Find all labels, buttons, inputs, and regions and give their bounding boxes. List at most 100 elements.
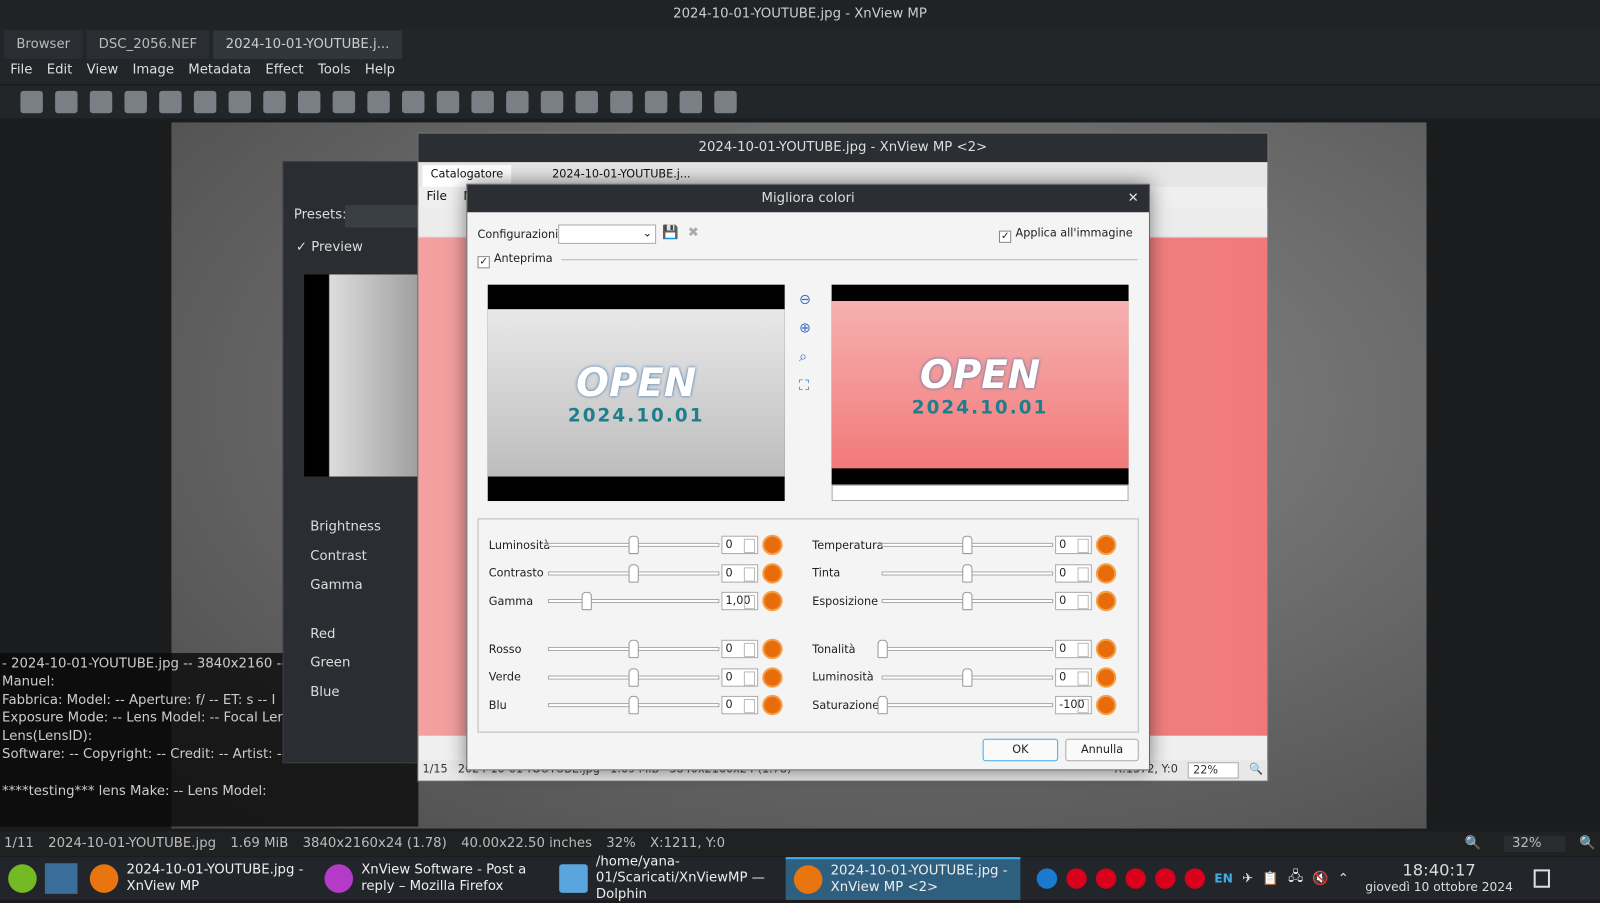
- preview-scrollbar[interactable]: [831, 484, 1129, 502]
- slider-thumb[interactable]: [962, 591, 973, 611]
- mega-icon[interactable]: [1184, 868, 1206, 889]
- slider-track[interactable]: [877, 639, 1054, 659]
- slider-thumb[interactable]: [962, 535, 973, 555]
- zoom-fit-icon[interactable]: [332, 90, 356, 114]
- print-icon[interactable]: [610, 90, 633, 114]
- undo-icon[interactable]: [89, 90, 113, 114]
- reset-icon[interactable]: [1095, 562, 1117, 584]
- reset-icon[interactable]: [1095, 666, 1117, 688]
- telegram-icon[interactable]: ✈: [1242, 871, 1253, 886]
- clipboard-icon[interactable]: 📋: [1262, 871, 1279, 886]
- slider-track[interactable]: [877, 695, 1054, 715]
- browser-icon[interactable]: [20, 90, 43, 114]
- next-icon[interactable]: [471, 90, 494, 114]
- slider-track[interactable]: [881, 591, 1054, 611]
- slider-track[interactable]: [547, 667, 720, 687]
- value-spinbox[interactable]: 0: [1055, 563, 1092, 583]
- slider-thumb[interactable]: [628, 695, 639, 715]
- slider-thumb[interactable]: [962, 563, 973, 583]
- task-xnview[interactable]: 2024-10-01-YOUTUBE.jpg - XnView MP: [82, 857, 317, 900]
- save-icon[interactable]: 💾: [662, 226, 679, 241]
- zoom-in-icon[interactable]: 🔍: [1579, 836, 1596, 852]
- tab-dsc[interactable]: DSC_2056.NEF: [86, 30, 210, 60]
- value-spinbox[interactable]: 0: [1055, 591, 1092, 611]
- value-spinbox[interactable]: 0: [1055, 639, 1092, 659]
- copy-icon[interactable]: [159, 90, 182, 114]
- value-spinbox[interactable]: -100: [1055, 695, 1092, 715]
- slider-track[interactable]: [547, 695, 720, 715]
- cancel-button[interactable]: Annulla: [1065, 738, 1139, 762]
- menu-tools[interactable]: Tools: [318, 62, 351, 80]
- menu-view[interactable]: View: [87, 62, 118, 80]
- slider-track[interactable]: [881, 535, 1054, 555]
- reset-icon[interactable]: [1095, 534, 1117, 556]
- slider-thumb[interactable]: [628, 563, 639, 583]
- redo-icon[interactable]: [124, 90, 147, 114]
- apply-checkbox[interactable]: ✓ Applica all'immagine: [999, 227, 1133, 243]
- volume-muted-icon[interactable]: 🔇: [1312, 871, 1329, 886]
- paint-icon[interactable]: [575, 90, 598, 114]
- menu-file[interactable]: File: [427, 189, 448, 205]
- tab-youtube[interactable]: 2024-10-01-YOUTUBE.j...: [213, 30, 402, 60]
- slider-thumb[interactable]: [877, 695, 888, 715]
- slider-track[interactable]: [881, 563, 1054, 583]
- reset-icon[interactable]: [1095, 590, 1117, 612]
- pager[interactable]: [44, 863, 78, 894]
- reset-icon[interactable]: [1095, 638, 1117, 660]
- presets-select[interactable]: [344, 205, 427, 228]
- settings-icon[interactable]: [679, 90, 703, 114]
- reset-icon[interactable]: [1095, 694, 1117, 716]
- rotate-left-icon[interactable]: [228, 90, 252, 114]
- zoom-icon[interactable]: [367, 90, 390, 114]
- zoom-fit-icon[interactable]: ⌕: [799, 349, 811, 365]
- crop-icon[interactable]: [540, 90, 564, 114]
- network-icon[interactable]: 🖧: [1288, 867, 1303, 889]
- task-xnview-2[interactable]: 2024-10-01-YOUTUBE.jpg - XnView MP <2>: [785, 857, 1021, 900]
- delete-icon[interactable]: ✖: [688, 226, 699, 241]
- move-icon[interactable]: [193, 90, 217, 114]
- value-spinbox[interactable]: 0: [721, 563, 759, 583]
- mega-icon[interactable]: [1125, 868, 1146, 889]
- value-spinbox[interactable]: 1,00: [721, 591, 759, 611]
- menu-effect[interactable]: Effect: [265, 62, 303, 80]
- menu-image[interactable]: Image: [132, 62, 174, 80]
- value-spinbox[interactable]: 0: [1055, 535, 1092, 555]
- ok-button[interactable]: OK: [982, 738, 1059, 762]
- zoom-in-icon[interactable]: ⊕: [799, 320, 811, 336]
- slider-track[interactable]: [881, 667, 1054, 687]
- value-spinbox[interactable]: 0: [721, 535, 759, 555]
- info-icon[interactable]: [506, 90, 529, 114]
- reset-icon[interactable]: [762, 638, 783, 660]
- value-spinbox[interactable]: 0: [721, 667, 759, 687]
- reset-icon[interactable]: [762, 562, 783, 584]
- slider-track[interactable]: [547, 639, 720, 659]
- hp-icon[interactable]: [1036, 868, 1058, 889]
- zoom-spinbox[interactable]: 22%: [1188, 762, 1240, 779]
- reset-icon[interactable]: [762, 534, 783, 556]
- zoom-out-icon[interactable]: ⊖: [799, 292, 811, 308]
- screenshot-icon[interactable]: [644, 90, 668, 114]
- task-firefox[interactable]: XnView Software - Post a reply – Mozilla…: [316, 857, 551, 900]
- reset-icon[interactable]: [762, 694, 783, 716]
- zoom-spinbox[interactable]: 32%: [1503, 835, 1566, 853]
- value-spinbox[interactable]: 0: [721, 639, 759, 659]
- slider-thumb[interactable]: [628, 667, 639, 687]
- preview-checkbox[interactable]: ✓ Anteprima: [477, 252, 553, 269]
- slider-thumb[interactable]: [628, 639, 639, 659]
- save-icon[interactable]: [55, 90, 78, 114]
- chevron-up-icon[interactable]: ⌃: [1338, 871, 1349, 886]
- mega-icon[interactable]: [1155, 868, 1176, 889]
- slider-track[interactable]: [547, 563, 720, 583]
- keyboard-layout[interactable]: EN: [1214, 871, 1233, 885]
- menu-edit[interactable]: Edit: [47, 62, 73, 80]
- help-icon[interactable]: [714, 90, 737, 114]
- clock[interactable]: 18:40:17 giovedì 10 ottobre 2024: [1365, 862, 1513, 895]
- zoom-in-icon[interactable]: 🔍: [1249, 762, 1263, 778]
- prev-icon[interactable]: [436, 90, 460, 114]
- slider-thumb[interactable]: [962, 667, 973, 687]
- rotate-right-icon[interactable]: [263, 90, 286, 114]
- show-desktop-icon[interactable]: [1533, 869, 1550, 888]
- slider-thumb[interactable]: [581, 591, 592, 611]
- slider-thumb[interactable]: [628, 535, 639, 555]
- tab-browser[interactable]: Browser: [4, 30, 83, 60]
